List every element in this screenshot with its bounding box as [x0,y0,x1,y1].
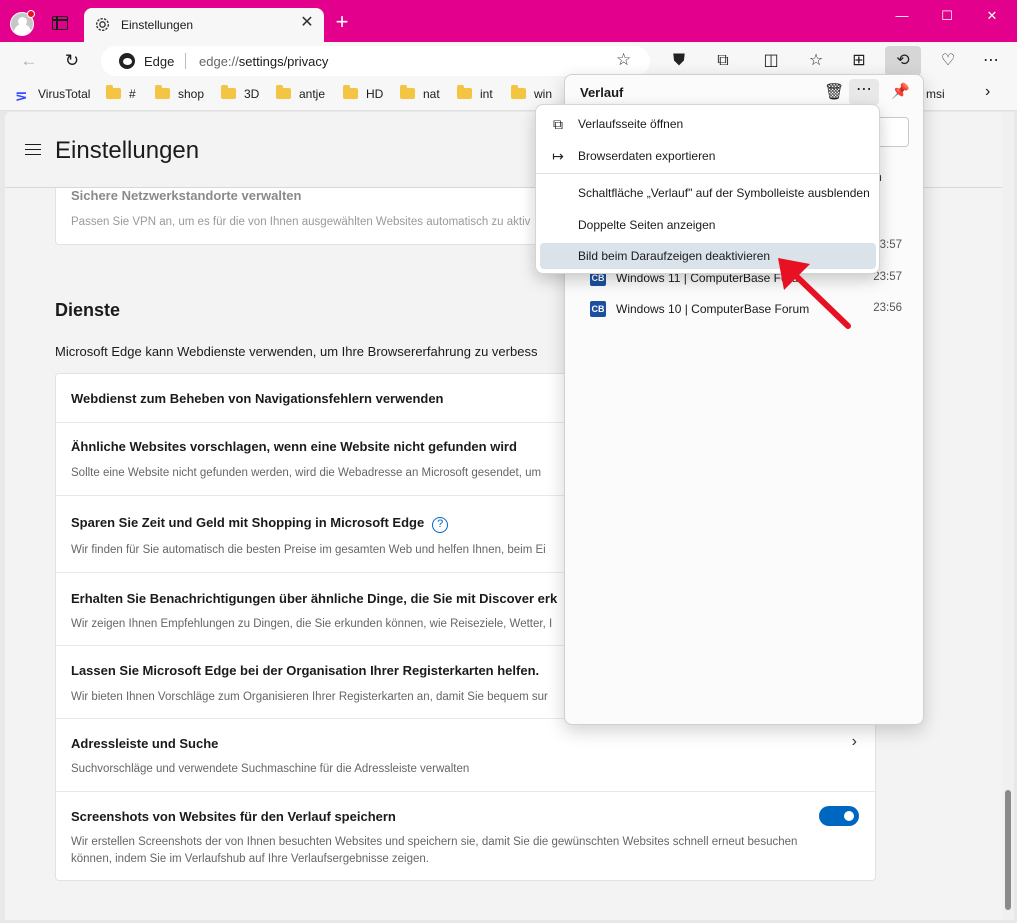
setting-row-address-bar[interactable]: Adressleiste und Suche Suchvorschläge un… [56,719,875,792]
bookmark-folder[interactable]: nat [400,85,440,101]
bookmark-folder[interactable]: msi [926,87,945,101]
menu-item-open-history-page[interactable]: ⧉ Verlaufsseite öffnen [540,111,876,137]
title-bar: Einstellungen ✕ + — ☐ ✕ [0,0,1017,42]
gear-icon [95,17,110,32]
vpn-title: Sichere Netzwerkstandorte verwalten [71,188,302,203]
menu-divider [536,173,879,174]
setting-desc: können, indem Sie im Verlaufshub auf Ihr… [71,853,429,865]
close-tab-icon[interactable]: ✕ [298,14,316,32]
close-window-button[interactable]: ✕ [969,8,1015,26]
setting-desc: Sollte eine Website nicht gefunden werde… [71,467,542,479]
history-time: 23:56 [873,302,902,314]
help-question-icon[interactable]: ? [432,517,449,533]
tab-actions-icon[interactable] [52,16,68,30]
setting-title: Lassen Sie Microsoft Edge bei der Organi… [71,663,540,678]
history-icon[interactable]: ⟲ [885,46,921,76]
setting-title: Webdienst zum Beheben von Navigationsfeh… [71,391,444,406]
extensions-icon[interactable]: ⧉ [712,50,734,72]
favorites-icon[interactable]: ☆ [805,50,827,72]
new-tab-button[interactable]: + [332,11,352,33]
bookmark-folder[interactable]: # [106,85,136,101]
folder-icon [457,85,472,99]
menu-item-hide-history-button[interactable]: Schaltfläche „Verlauf" auf der Symbollei… [540,180,876,206]
tab-settings[interactable]: Einstellungen ✕ [84,8,324,42]
setting-desc: Suchvorschläge und verwendete Suchmaschi… [71,763,470,775]
refresh-icon[interactable]: ↻ [61,50,83,72]
more-menu-icon[interactable]: ⋯ [980,50,1002,72]
menu-item-show-duplicates[interactable]: Doppelte Seiten anzeigen [540,212,876,238]
setting-title: Erhalten Sie Benachrichtigungen über ähn… [71,591,558,606]
folder-icon [276,85,291,99]
section-desc-services: Microsoft Edge kann Webdienste verwenden… [55,344,538,359]
edge-logo-icon [119,53,135,69]
virustotal-icon: ⋝ [15,88,28,105]
address-separator [185,53,186,69]
folder-icon [221,85,236,99]
setting-title: Screenshots von Websites für den Verlauf… [71,809,396,824]
computerbase-icon: CB [590,301,606,317]
bookmark-folder[interactable]: int [457,85,493,101]
bookmark-folder[interactable]: antje [276,85,325,101]
chevron-right-icon[interactable]: › [852,733,857,751]
hamburger-menu-icon[interactable] [25,144,41,155]
minimize-button[interactable]: — [879,8,925,26]
setting-title: Adressleiste und Suche [71,736,219,751]
bookmark-virustotal[interactable]: ⋝ VirusTotal [15,87,90,104]
more-options-icon[interactable]: ⋯ [849,79,879,105]
section-title-services: Dienste [55,300,121,320]
page-scrollbar[interactable] [1002,112,1014,920]
notification-dot [27,10,35,18]
history-time: 23:57 [873,271,902,283]
setting-desc: Wir erstellen Screenshots der von Ihnen … [71,836,798,848]
setting-title: Sparen Sie Zeit und Geld mit Shopping in… [71,515,449,533]
vpn-desc: Passen Sie VPN an, um es für die von Ihn… [71,216,531,228]
scrollbar-thumb[interactable] [1005,790,1011,910]
open-external-icon: ⧉ [553,116,563,132]
pin-icon[interactable]: 📌 [891,82,910,100]
bookmarks-overflow-chevron-icon[interactable]: › [985,83,990,101]
history-title: Verlauf [580,85,624,100]
back-arrow-icon[interactable]: ← [18,50,40,72]
bookmark-folder[interactable]: shop [155,85,204,101]
browser-essentials-icon[interactable]: ♡ [937,50,959,72]
tab-title: Einstellungen [121,18,194,32]
page-title: Einstellungen [55,137,200,164]
folder-icon [155,85,170,99]
collections-icon[interactable]: ⊞ [848,50,870,72]
folder-icon [511,85,526,99]
setting-desc: Wir zeigen Ihnen Empfehlungen zu Dingen,… [71,618,553,630]
split-screen-icon[interactable]: ◫ [760,50,782,72]
maximize-button[interactable]: ☐ [924,8,970,26]
folder-icon [343,85,358,99]
folder-icon [106,85,121,99]
setting-row-screenshots[interactable]: Screenshots von Websites für den Verlauf… [56,792,875,881]
favorite-star-icon[interactable]: ☆ [616,50,631,70]
screenshots-toggle[interactable] [819,806,859,826]
address-brand: Edge [144,54,175,69]
history-more-menu: ⧉ Verlaufsseite öffnen ↦ Browserdaten ex… [535,104,880,274]
address-url[interactable]: edge://settings/privacy [199,54,328,69]
menu-item-export-data[interactable]: ↦ Browserdaten exportieren [540,143,876,169]
red-arrow-annotation [778,258,851,329]
bookmark-folder[interactable]: win [511,85,552,101]
folder-icon [400,85,415,99]
ublock-icon[interactable]: ⛊ [668,50,690,72]
bookmark-folder[interactable]: HD [343,85,383,101]
export-arrow-icon: ↦ [552,148,564,164]
address-bar[interactable]: Edge edge://settings/privacy ☆ [101,46,650,76]
setting-desc: Wir bieten Ihnen Vorschläge zum Organisi… [71,691,548,703]
bookmark-folder[interactable]: 3D [221,85,259,101]
setting-title: Ähnliche Websites vorschlagen, wenn eine… [71,439,517,454]
trash-icon[interactable]: 🗑 [824,82,844,102]
setting-desc: Wir finden für Sie automatisch die beste… [71,544,546,556]
